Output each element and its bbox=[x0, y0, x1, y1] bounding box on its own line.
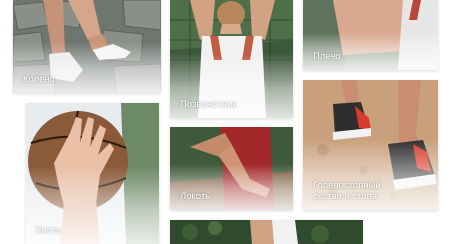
card-elbow[interactable]: Локоть bbox=[170, 127, 293, 210]
card-label-ankle-line2: сустав и стопа bbox=[313, 191, 378, 202]
partial-photo bbox=[170, 220, 363, 244]
card-overlay bbox=[170, 164, 293, 210]
card-spine[interactable]: Позвоночник bbox=[170, 0, 293, 118]
card-shoulder[interactable]: Плечо bbox=[303, 0, 438, 70]
card-overlay bbox=[13, 41, 161, 93]
card-label-elbow: Локоть bbox=[180, 191, 211, 202]
card-label-spine: Позвоночник bbox=[180, 99, 237, 110]
card-label-wrist: Кисть bbox=[36, 225, 61, 236]
card-wrist[interactable]: Кисть bbox=[26, 103, 159, 244]
card-label-shoulder: Плечо bbox=[313, 51, 341, 62]
card-knee[interactable]: Колено bbox=[13, 0, 161, 93]
card-label-ankle: Голеностопный сустав и стопа bbox=[313, 180, 381, 202]
card-partial[interactable] bbox=[170, 220, 363, 244]
card-label-ankle-line1: Голеностопный bbox=[313, 180, 381, 191]
card-label-knee: Колено bbox=[23, 74, 55, 85]
card-ankle[interactable]: Голеностопный сустав и стопа bbox=[303, 80, 438, 210]
